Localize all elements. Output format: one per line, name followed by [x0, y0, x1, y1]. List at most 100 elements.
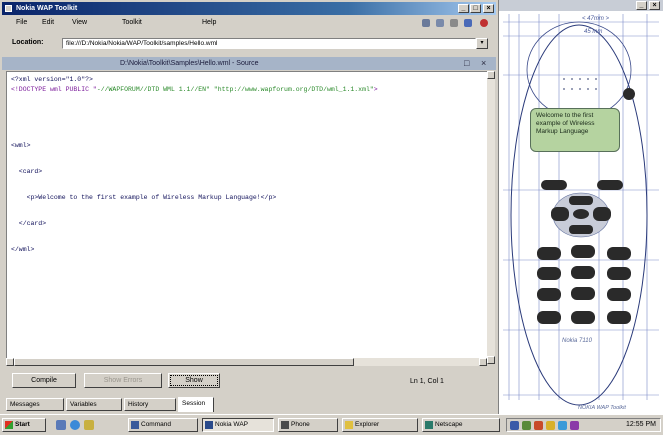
- forward-icon[interactable]: [436, 19, 444, 27]
- desktop-icon[interactable]: [56, 420, 66, 430]
- tray-network-icon[interactable]: [510, 421, 519, 430]
- source-line: <card>: [11, 168, 42, 175]
- back-icon[interactable]: [422, 19, 430, 27]
- key-0[interactable]: [571, 311, 595, 324]
- phone-close-button[interactable]: ×: [649, 1, 660, 10]
- task-label: Netscape: [435, 421, 463, 428]
- key-3[interactable]: [607, 247, 631, 260]
- tray-sound-icon[interactable]: [522, 421, 531, 430]
- right-softkey[interactable]: [597, 180, 623, 190]
- left-softkey[interactable]: [541, 180, 567, 190]
- dimension-label-top: < 47mm >: [582, 16, 610, 22]
- vertical-scrollbar[interactable]: [487, 71, 495, 364]
- phone-drawing: [503, 14, 659, 406]
- horizontal-scrollbar[interactable]: [6, 358, 487, 366]
- tray-volume-icon[interactable]: [570, 421, 579, 430]
- ie-icon[interactable]: [70, 420, 80, 430]
- source-token: <p>Welcome to the first example of Wirel…: [11, 194, 277, 201]
- source-editor[interactable]: <?xml version="1.0"?> <!DOCTYPE wml PUBLI…: [6, 71, 489, 359]
- nav-right-key[interactable]: [593, 207, 611, 221]
- menu-toolkit[interactable]: Toolkit: [122, 16, 142, 29]
- line-column-status: Ln 1, Col 1: [410, 378, 444, 385]
- key-star[interactable]: [537, 311, 561, 324]
- task-netscape[interactable]: Netscape: [422, 418, 500, 432]
- source-token: -//WAPFORUM//DTD WML 1.1//EN" "http://ww…: [96, 86, 374, 93]
- key-7[interactable]: [537, 288, 561, 301]
- source-line: </wml>: [11, 246, 34, 253]
- system-tray: 12:55 PM: [506, 418, 661, 432]
- nav-up-key[interactable]: [569, 196, 593, 205]
- task-nokia-wap[interactable]: Nokia WAP: [202, 418, 274, 432]
- tab-variables[interactable]: Variables: [66, 398, 122, 411]
- maximize-button[interactable]: □: [470, 4, 481, 13]
- minimize-button[interactable]: _: [458, 4, 469, 13]
- nav-down-key[interactable]: [569, 225, 593, 234]
- tab-messages[interactable]: Messages: [6, 398, 64, 411]
- task-phone[interactable]: Phone: [278, 418, 338, 432]
- window-titlebar[interactable]: Nokia WAP Toolkit _ □ ×: [2, 2, 496, 15]
- key-4[interactable]: [537, 267, 561, 280]
- tray-display-icon[interactable]: [546, 421, 555, 430]
- show-errors-button[interactable]: Show Errors: [84, 373, 162, 388]
- document-restore-button[interactable]: □: [464, 57, 469, 70]
- key-8[interactable]: [571, 287, 595, 300]
- key-9[interactable]: [607, 288, 631, 301]
- phone-window-titlebar[interactable]: _ ×: [499, 0, 663, 11]
- source-token: </card>: [11, 220, 47, 227]
- key-6[interactable]: [607, 267, 631, 280]
- key-2[interactable]: [571, 245, 595, 258]
- menu-edit[interactable]: Edit: [42, 16, 54, 29]
- tab-session[interactable]: Session: [178, 397, 214, 412]
- address-bar: Location: ▾: [2, 36, 496, 52]
- menu-file[interactable]: File: [16, 16, 27, 29]
- windows-logo-icon: [5, 421, 13, 429]
- phone-footer-label: NOKIA WAP Toolkit: [578, 405, 626, 411]
- phone-minimize-button[interactable]: _: [636, 1, 647, 10]
- task-explorer[interactable]: Explorer: [342, 418, 418, 432]
- menu-view[interactable]: View: [72, 16, 87, 29]
- document-titlebar: D:\Nokia\Toolkit\Samples\Hello.wml - Sou…: [2, 57, 496, 70]
- screen-line: example of Wireless: [536, 120, 595, 127]
- refresh-icon[interactable]: [464, 19, 472, 27]
- wap-icon[interactable]: [480, 19, 488, 27]
- stop-icon[interactable]: [450, 19, 458, 27]
- key-1[interactable]: [537, 247, 561, 260]
- start-label: Start: [15, 421, 30, 428]
- document-close-button[interactable]: ×: [481, 57, 486, 70]
- earpiece-outline: [526, 21, 632, 119]
- task-command[interactable]: Command: [128, 418, 198, 432]
- outlook-icon[interactable]: [84, 420, 94, 430]
- tray-messenger-icon[interactable]: [558, 421, 567, 430]
- source-line: <?xml version="1.0"?>: [11, 76, 93, 83]
- scroll-thumb[interactable]: [14, 358, 354, 366]
- document-title: D:\Nokia\Toolkit\Samples\Hello.wml - Sou…: [120, 60, 259, 67]
- nav-left-key[interactable]: [551, 207, 569, 221]
- key-hash[interactable]: [607, 311, 631, 324]
- address-label: Location:: [12, 39, 44, 46]
- scroll-up-arrow[interactable]: [487, 71, 495, 79]
- scroll-down-arrow[interactable]: [487, 356, 495, 364]
- screen-line: Welcome to the first: [536, 112, 594, 119]
- scroll-left-arrow[interactable]: [6, 358, 14, 366]
- quick-launch: [52, 418, 122, 432]
- app-icon: [5, 5, 12, 12]
- power-button-icon[interactable]: [623, 88, 635, 100]
- folder-icon: [345, 421, 353, 429]
- close-button[interactable]: ×: [483, 4, 494, 13]
- tab-history[interactable]: History: [124, 398, 176, 411]
- tray-antivirus-icon[interactable]: [534, 421, 543, 430]
- menu-help[interactable]: Help: [202, 16, 216, 29]
- editor-window: Nokia WAP Toolkit _ □ × File Edit View T…: [0, 0, 499, 414]
- scroll-right-arrow[interactable]: [479, 358, 487, 366]
- compile-button[interactable]: Compile: [12, 373, 76, 388]
- start-button[interactable]: Start: [2, 418, 46, 432]
- address-input[interactable]: [62, 38, 476, 49]
- source-token: <!DOCTYPE wml PUBLIC ": [11, 86, 97, 93]
- address-dropdown-button[interactable]: ▾: [476, 38, 488, 49]
- key-5[interactable]: [571, 266, 595, 279]
- source-token: <card>: [11, 168, 43, 175]
- screen-line: Markup Language: [536, 128, 589, 135]
- task-label: Explorer: [355, 421, 380, 428]
- show-button[interactable]: Show: [168, 373, 220, 388]
- nav-select-key[interactable]: [573, 209, 589, 219]
